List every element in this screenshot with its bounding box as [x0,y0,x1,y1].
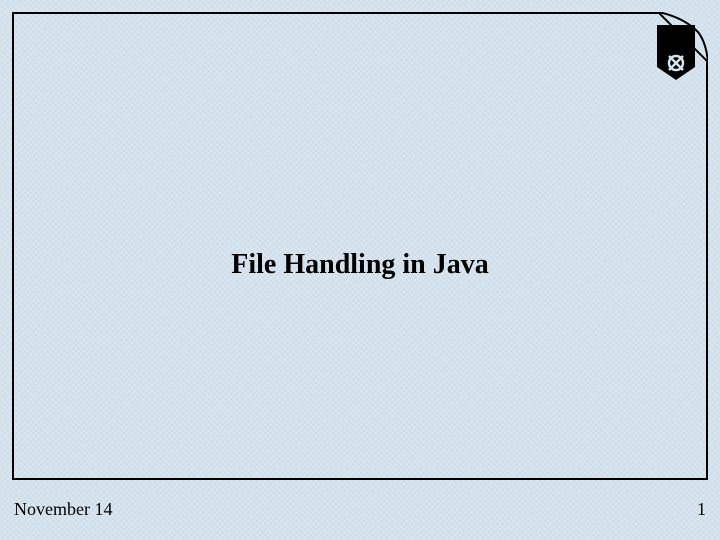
footer-page-number: 1 [697,499,706,520]
slide-frame [12,12,708,480]
slide-title: File Handling in Java [231,249,489,281]
footer-date: November 14 [14,499,112,520]
logo-badge-icon [657,25,695,85]
